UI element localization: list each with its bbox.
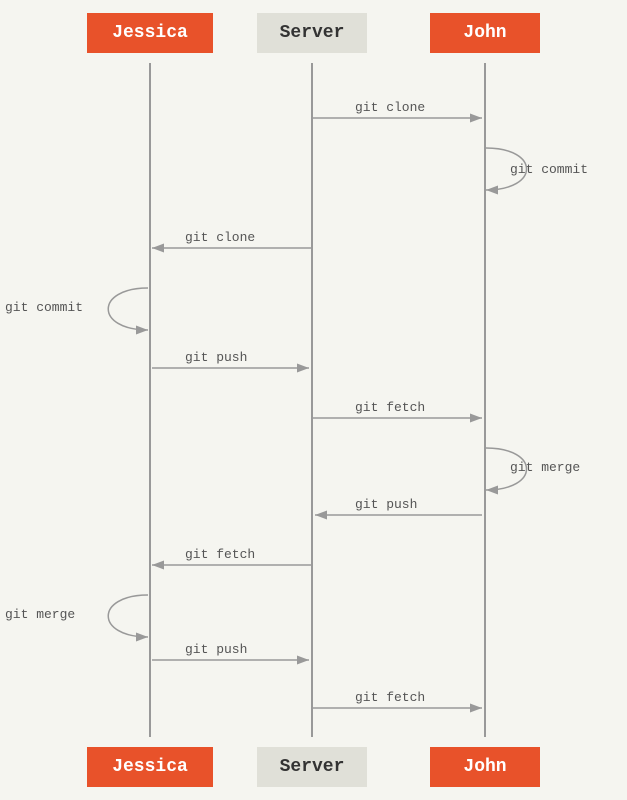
label-git-push-jessica-server: git push [185, 350, 247, 365]
label-git-fetch-john2: git fetch [355, 690, 425, 705]
label-git-clone-jessica: git clone [185, 230, 255, 245]
lifeline-john [484, 63, 486, 737]
arrow-git-merge-jessica [108, 595, 148, 637]
arrows-svg [0, 0, 627, 800]
actor-john-top: John [430, 13, 540, 53]
lifeline-server [311, 63, 313, 737]
label-git-commit-jessica: git commit [5, 300, 83, 315]
label-git-merge-john: git merge [510, 460, 580, 475]
sequence-diagram: Jessica Server John Jessica Server John [0, 0, 627, 800]
server-bottom-label: Server [280, 757, 345, 777]
label-git-clone-server-john: git clone [355, 100, 425, 115]
jessica-top-label: Jessica [112, 23, 188, 43]
actor-server-bottom: Server [257, 747, 367, 787]
label-git-fetch-john: git fetch [355, 400, 425, 415]
actor-jessica-bottom: Jessica [87, 747, 213, 787]
label-git-merge-jessica: git merge [5, 607, 75, 622]
john-top-label: John [463, 23, 506, 43]
actor-john-bottom: John [430, 747, 540, 787]
server-top-label: Server [280, 23, 345, 43]
actor-jessica-top: Jessica [87, 13, 213, 53]
arrow-git-commit-jessica [108, 288, 148, 330]
label-git-push-jessica-server2: git push [185, 642, 247, 657]
actor-server-top: Server [257, 13, 367, 53]
john-bottom-label: John [463, 757, 506, 777]
jessica-bottom-label: Jessica [112, 757, 188, 777]
lifeline-jessica [149, 63, 151, 737]
label-git-push-john-server: git push [355, 497, 417, 512]
label-git-fetch-jessica: git fetch [185, 547, 255, 562]
label-git-commit-john: git commit [510, 162, 588, 177]
